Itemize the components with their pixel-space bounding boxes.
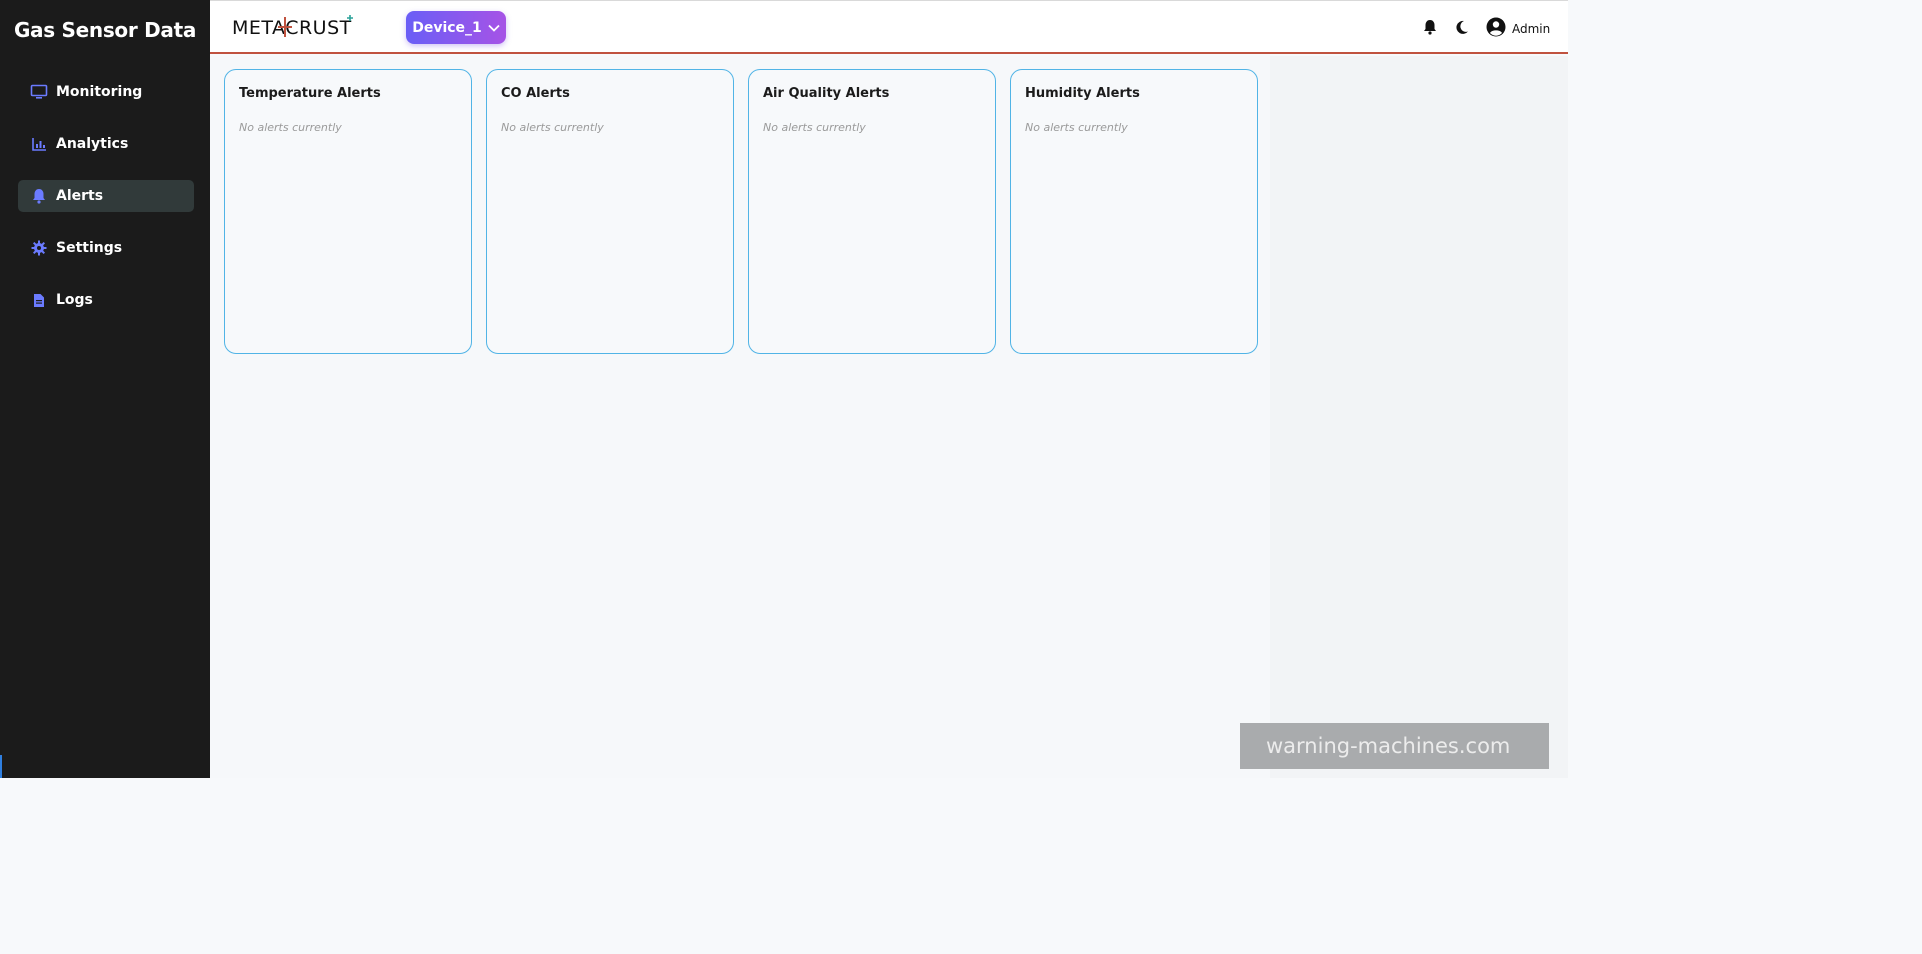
sidebar-edge-marker xyxy=(0,755,2,778)
alert-card-temperature: Temperature Alerts No alerts currently xyxy=(224,69,472,354)
app-title: Gas Sensor Data xyxy=(13,18,197,42)
sidebar-item-alerts[interactable]: Alerts xyxy=(18,180,194,212)
card-title: CO Alerts xyxy=(501,86,570,101)
device-select[interactable]: Device_1 xyxy=(406,11,506,44)
user-menu[interactable]: Admin xyxy=(1486,17,1550,40)
sidebar-item-label: Analytics xyxy=(56,136,129,152)
sidebar-item-monitoring[interactable]: Monitoring xyxy=(18,76,194,108)
card-title: Air Quality Alerts xyxy=(763,86,890,101)
device-select-value: Device_1 xyxy=(412,19,482,36)
card-empty-message: No alerts currently xyxy=(1025,121,1128,134)
sidebar-item-label: Alerts xyxy=(56,188,104,204)
card-empty-message: No alerts currently xyxy=(501,121,604,134)
file-icon xyxy=(30,291,48,309)
sidebar-item-settings[interactable]: Settings xyxy=(18,232,194,264)
moon-icon[interactable] xyxy=(1453,18,1471,36)
card-title: Temperature Alerts xyxy=(239,86,381,101)
monitor-icon xyxy=(30,83,48,101)
card-empty-message: No alerts currently xyxy=(763,121,866,134)
sidebar-item-label: Settings xyxy=(56,240,123,256)
user-circle-icon xyxy=(1486,17,1506,40)
sidebar: Gas Sensor Data Monitoring Analytics Ale… xyxy=(0,0,210,778)
right-panel-background xyxy=(1270,56,1568,778)
chevron-down-icon xyxy=(488,20,500,36)
alert-card-humidity: Humidity Alerts No alerts currently xyxy=(1010,69,1258,354)
notifications-bell-icon[interactable] xyxy=(1421,18,1439,36)
sidebar-item-label: Logs xyxy=(56,292,93,308)
bar-chart-icon xyxy=(30,135,48,153)
sidebar-item-analytics[interactable]: Analytics xyxy=(18,128,194,160)
bell-icon xyxy=(30,187,48,205)
alert-card-air-quality: Air Quality Alerts No alerts currently xyxy=(748,69,996,354)
gear-icon xyxy=(30,239,48,257)
card-title: Humidity Alerts xyxy=(1025,86,1140,101)
card-empty-message: No alerts currently xyxy=(239,121,342,134)
user-name: Admin xyxy=(1512,21,1551,36)
metacrust-logo: METACRUST xyxy=(232,13,358,39)
watermark: warning-machines.com xyxy=(1240,723,1549,769)
sidebar-item-label: Monitoring xyxy=(56,84,143,100)
top-header: METACRUST Device_1 Admin xyxy=(210,0,1568,54)
alert-card-co: CO Alerts No alerts currently xyxy=(486,69,734,354)
sidebar-item-logs[interactable]: Logs xyxy=(18,284,194,316)
